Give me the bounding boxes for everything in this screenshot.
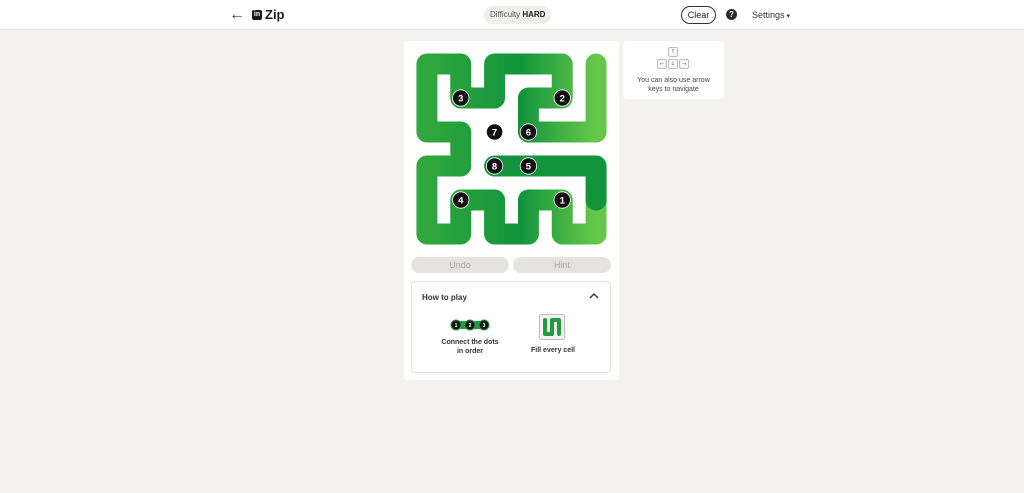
dot-label: 5 [526,161,532,172]
settings-label: Settings [752,10,785,20]
game-board[interactable]: 1 2 3 4 5 6 7 8 [410,47,613,251]
dot-3[interactable]: 3 [452,89,470,107]
how-to-play-section: How to play 1 2 3 Connect the dots in or… [411,281,611,373]
dot-label: 3 [458,93,463,104]
arrow-keys-tip-text: You can also use arrow keys to navigate [637,77,710,93]
arrow-down-key-icon: ↓ [668,59,678,69]
dot-label: 4 [458,195,464,206]
dot-5[interactable]: 5 [519,157,538,175]
caret-down-icon: ▾ [786,13,791,20]
undo-button[interactable]: Undo [411,257,509,273]
hint-button[interactable]: Hint [513,257,611,273]
linkedin-logo: in [252,10,262,20]
dot-8[interactable]: 8 [485,157,504,175]
dot-4[interactable]: 4 [452,191,470,209]
step1-dot-2: 2 [469,323,472,329]
arrow-keys-tip: ↑ ← ↓ → You can also use arrow keys to n… [623,41,724,99]
connect-dots-text: Connect the dots in order [441,339,499,355]
app-title: Zip [265,7,285,22]
chevron-up-icon[interactable] [587,289,601,303]
dot-6[interactable]: 6 [519,123,538,141]
difficulty-value: HARD [522,10,546,19]
step1-dot-1: 1 [455,323,458,329]
help-icon[interactable]: ? [726,9,737,20]
arrow-keys-illustration: ↑ ← ↓ → [657,47,690,70]
difficulty-badge: Difficulty HARD [484,6,552,24]
dot-label: 1 [560,195,566,206]
dot-2[interactable]: 2 [553,89,571,107]
dot-1[interactable]: 1 [553,191,571,209]
how-to-play-title: How to play [422,293,467,302]
difficulty-label: Difficulty [490,10,521,19]
dot-label: 8 [492,161,497,172]
dot-label: 6 [526,127,531,138]
clear-button[interactable]: Clear [681,6,716,24]
step1-dot-3: 3 [483,323,486,329]
arrow-right-key-icon: → [679,59,689,69]
connect-dots-illustration: 1 2 3 [450,319,490,331]
settings-menu[interactable]: Settings ▾ [752,10,790,20]
game-panel: 1 2 3 4 5 6 7 8 Undo Hint How to play 1 2 3 Con… [404,41,619,380]
arrow-left-key-icon: ← [657,59,667,69]
fill-every-cell-illustration [539,314,565,340]
arrow-up-key-icon: ↑ [668,47,678,57]
dot-label: 7 [492,127,497,138]
fill-every-cell-text: Fill every cell [531,347,575,354]
dot-label: 2 [560,93,565,104]
dot-7[interactable]: 7 [485,123,504,141]
top-bar: ← in Zip Difficulty HARD Clear ? Setting… [0,0,1024,30]
back-arrow-icon[interactable]: ← [229,6,247,24]
zip-path [416,53,607,245]
